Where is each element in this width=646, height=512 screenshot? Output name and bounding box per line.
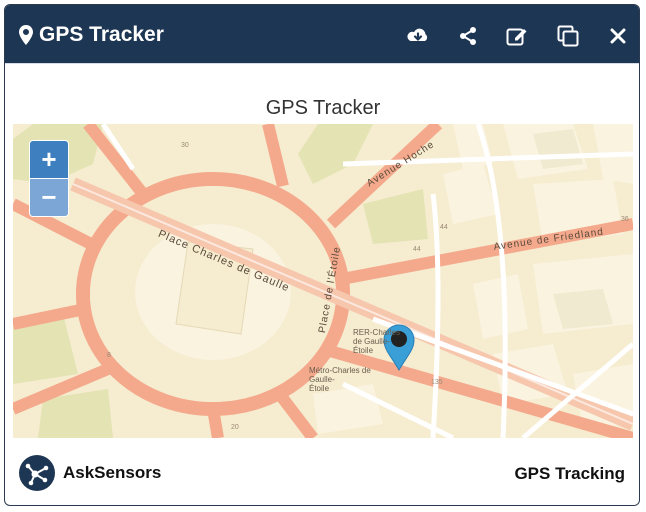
zoom-in-button[interactable]: + bbox=[30, 141, 68, 179]
widget-footer: AskSensors GPS Tracking bbox=[5, 445, 639, 503]
brand-name: AskSensors bbox=[63, 463, 162, 482]
map-view[interactable]: Place Charles de Gaulle Avenue Hoche Ave… bbox=[13, 124, 633, 438]
edit-icon bbox=[506, 28, 527, 46]
zoom-control: + − bbox=[29, 140, 69, 217]
share-button[interactable] bbox=[455, 24, 481, 48]
footer-label: GPS Tracking bbox=[514, 464, 625, 483]
copy-icon bbox=[557, 25, 579, 47]
map-title: GPS Tracker bbox=[265, 97, 381, 119]
edit-button[interactable] bbox=[504, 24, 530, 48]
house-number: 44 bbox=[413, 246, 421, 253]
brand[interactable]: AskSensors bbox=[19, 455, 161, 491]
building-block bbox=[553, 289, 613, 329]
map-marker-icon bbox=[19, 25, 33, 45]
cloud-download-icon bbox=[407, 28, 428, 41]
house-number: 30 bbox=[181, 142, 189, 149]
station-label: RER-Charles de Gaulle- Étoile bbox=[353, 328, 401, 355]
building-block bbox=[473, 274, 528, 339]
zoom-out-button[interactable]: − bbox=[30, 179, 68, 216]
station-label: Métro-Charles de Gaulle- Étoile bbox=[309, 366, 371, 393]
house-number: 44 bbox=[440, 224, 448, 231]
widget-card: GPS Tracker GPS Tracker Place Charles de… bbox=[4, 4, 640, 506]
house-number: 36 bbox=[621, 216, 629, 223]
asksensors-logo-icon bbox=[19, 455, 55, 491]
house-number: 20 bbox=[231, 424, 239, 431]
widget-header: GPS Tracker bbox=[5, 5, 639, 63]
copy-button[interactable] bbox=[555, 24, 581, 48]
house-number: 135 bbox=[431, 379, 443, 386]
close-button[interactable] bbox=[605, 24, 631, 48]
header-divider bbox=[5, 63, 639, 64]
widget-title: GPS Tracker bbox=[39, 23, 164, 46]
header-title-group: GPS Tracker bbox=[19, 23, 164, 47]
close-icon bbox=[610, 28, 626, 44]
download-button[interactable] bbox=[405, 24, 431, 48]
house-number: 8 bbox=[107, 352, 111, 359]
share-icon bbox=[460, 27, 476, 45]
